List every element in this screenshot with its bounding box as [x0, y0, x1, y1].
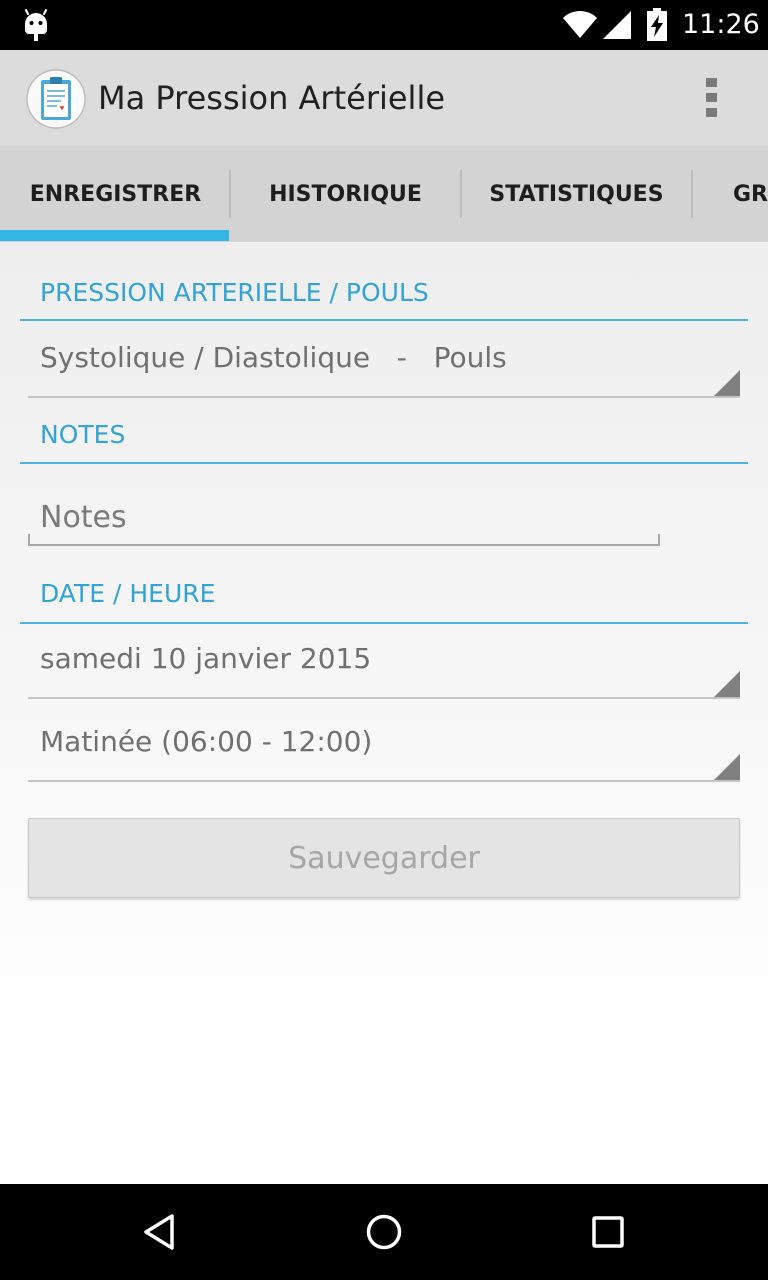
tab-historique[interactable]: HISTORIQUE [230, 146, 461, 242]
time-period-spinner-value: Matinée (06:00 - 12:00) [40, 725, 373, 758]
time-period-spinner[interactable]: Matinée (06:00 - 12:00) [28, 718, 740, 782]
save-button[interactable]: Sauvegarder [28, 818, 740, 898]
recents-icon[interactable] [588, 1212, 628, 1252]
section-divider [20, 462, 748, 464]
home-icon[interactable] [364, 1212, 404, 1252]
battery-charging-icon [647, 8, 667, 41]
notes-input-edge [658, 534, 660, 546]
wifi-icon [563, 10, 597, 38]
tab-enregistrer[interactable]: ENREGISTRER [0, 146, 231, 242]
section-divider [20, 622, 748, 624]
android-icon [25, 9, 47, 41]
notes-input-edge [28, 534, 30, 546]
navigation-bar [0, 1184, 768, 1280]
date-spinner[interactable]: samedi 10 janvier 2015 [28, 635, 740, 699]
back-icon[interactable] [140, 1212, 180, 1252]
notes-input[interactable] [28, 490, 660, 546]
dropdown-arrow-icon [714, 754, 740, 780]
bp-pulse-spinner[interactable]: Systolique / Diastolique - Pouls [28, 334, 740, 398]
clipboard-heart-icon[interactable] [26, 69, 86, 129]
dropdown-arrow-icon [714, 370, 740, 396]
bp-pulse-spinner-value: Systolique / Diastolique - Pouls [40, 341, 507, 374]
notes-section-header: NOTES [40, 420, 126, 449]
tab-bar: ENREGISTRER HISTORIQUE STATISTIQUES GRA [0, 146, 768, 242]
tab-graphiques[interactable]: GRA [733, 146, 768, 242]
bp-section-header: PRESSION ARTERIELLE / POULS [40, 278, 429, 307]
signal-icon [603, 11, 631, 39]
status-bar: 11:26 [0, 0, 768, 50]
clock: 11:26 [682, 9, 760, 40]
action-bar: Ma Pression Artérielle [0, 50, 768, 146]
app-title: Ma Pression Artérielle [98, 79, 446, 117]
tab-statistiques[interactable]: STATISTIQUES [461, 146, 692, 242]
overflow-menu-icon[interactable] [702, 76, 722, 120]
section-divider [20, 319, 748, 321]
tab-divider [691, 170, 693, 218]
form-content: PRESSION ARTERIELLE / POULS Systolique /… [0, 242, 768, 1184]
selected-tab-indicator [0, 230, 229, 241]
date-spinner-value: samedi 10 janvier 2015 [40, 642, 372, 675]
dropdown-arrow-icon [714, 671, 740, 697]
datetime-section-header: DATE / HEURE [40, 579, 216, 608]
